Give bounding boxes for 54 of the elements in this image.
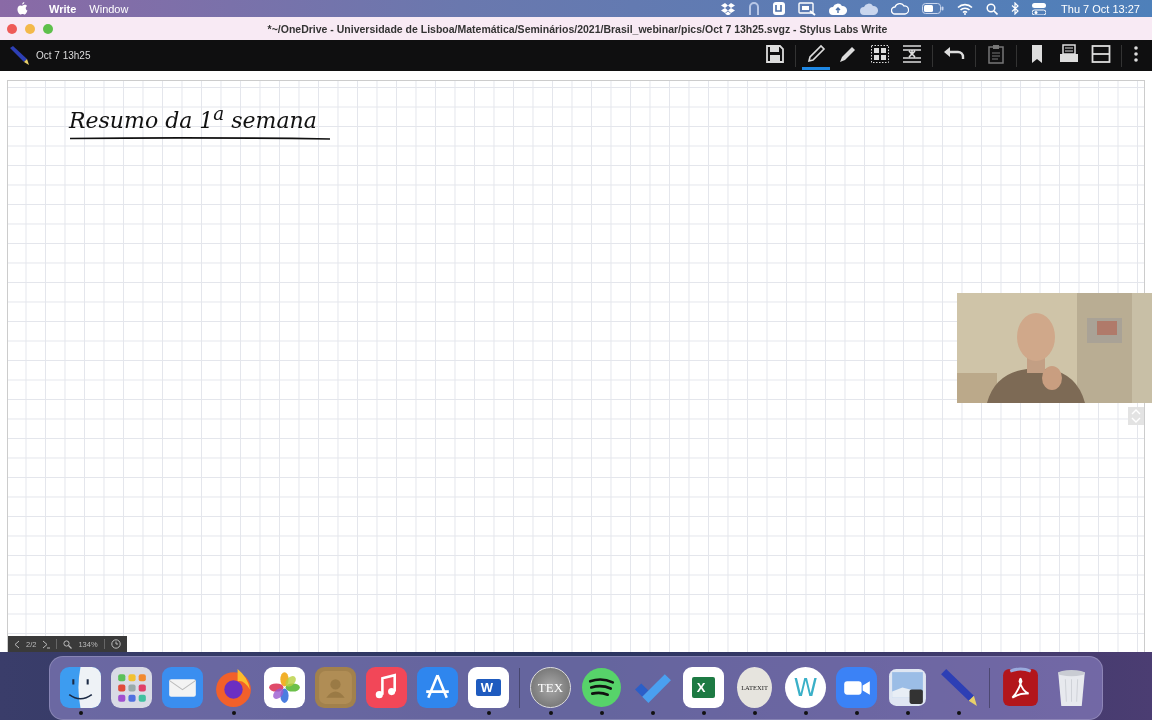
next-page-icon[interactable]	[42, 639, 51, 649]
tray-icon	[1059, 44, 1079, 64]
app-menu[interactable]: Write	[49, 2, 77, 15]
cloud-icon[interactable]	[891, 2, 910, 15]
menu-item[interactable]: Window	[89, 2, 129, 15]
mail-app-icon[interactable]	[162, 667, 203, 708]
scroll-handle-icon[interactable]	[1128, 405, 1146, 427]
word-letter: W	[475, 679, 502, 696]
write-logo-letter: W	[793, 673, 818, 702]
control-center-icon[interactable]	[1032, 2, 1047, 15]
close-button[interactable]	[7, 23, 17, 34]
more-icon	[1132, 44, 1140, 64]
launchpad-app-icon[interactable]	[111, 667, 152, 708]
finder-app-icon[interactable]	[60, 667, 101, 708]
spacing-icon	[902, 44, 922, 64]
search-icon[interactable]	[986, 2, 999, 15]
split-view-icon	[1091, 44, 1111, 64]
preview-app-icon[interactable]	[887, 667, 928, 708]
grid-icon	[870, 44, 890, 64]
word-app-icon[interactable]: W	[468, 667, 509, 708]
acrobat-app-icon[interactable]	[1000, 667, 1041, 708]
tex-logo-text: TEX	[537, 679, 564, 696]
marker-icon	[838, 44, 858, 64]
clock-icon[interactable]	[110, 639, 121, 649]
wifi-icon[interactable]	[957, 2, 974, 15]
zoom-icon[interactable]	[63, 639, 73, 649]
bluetooth-icon[interactable]	[1011, 2, 1020, 15]
write-app-icon[interactable]: W	[785, 667, 826, 708]
app-status-icon[interactable]	[773, 2, 786, 15]
firefox-app-icon[interactable]	[213, 667, 254, 708]
document-name: Oct 7 13h25	[36, 50, 91, 61]
excel-letter: X	[691, 677, 716, 698]
clipboard-icon	[986, 44, 1006, 64]
dropbox-icon[interactable]	[721, 2, 736, 15]
screen-share-icon[interactable]	[798, 1, 817, 16]
tex-app-icon[interactable]: TEX	[530, 667, 571, 708]
menu-bar-clock[interactable]: Thu 7 Oct 13:27	[1061, 2, 1140, 15]
appstore-app-icon[interactable]	[417, 667, 458, 708]
arch-icon[interactable]	[748, 2, 761, 15]
cloud-icon[interactable]	[860, 2, 879, 15]
excel-app-icon[interactable]: X	[683, 667, 724, 708]
music-app-icon[interactable]	[366, 667, 407, 708]
previous-page-icon[interactable]	[14, 639, 20, 649]
pencil-icon[interactable]	[8, 45, 30, 66]
pencil-icon	[806, 44, 826, 64]
spotify-app-icon[interactable]	[581, 667, 622, 708]
apple-icon[interactable]	[17, 2, 28, 15]
cloud-upload-icon[interactable]	[829, 2, 848, 15]
battery-icon[interactable]	[922, 3, 945, 14]
pencil-app-icon[interactable]	[938, 667, 979, 708]
handwritten-heading: Resumo da 1$^{a}$ semana	[69, 103, 318, 134]
zoom-app-icon[interactable]	[836, 667, 877, 708]
photos-app-icon[interactable]	[264, 667, 305, 708]
window-title: *~/OneDrive - Universidade de Lisboa/Matemática/Seminários/2021/Brasil_webinar/pics/Oct 7 13h25.svgz - Stylus Labs Write	[266, 22, 889, 35]
